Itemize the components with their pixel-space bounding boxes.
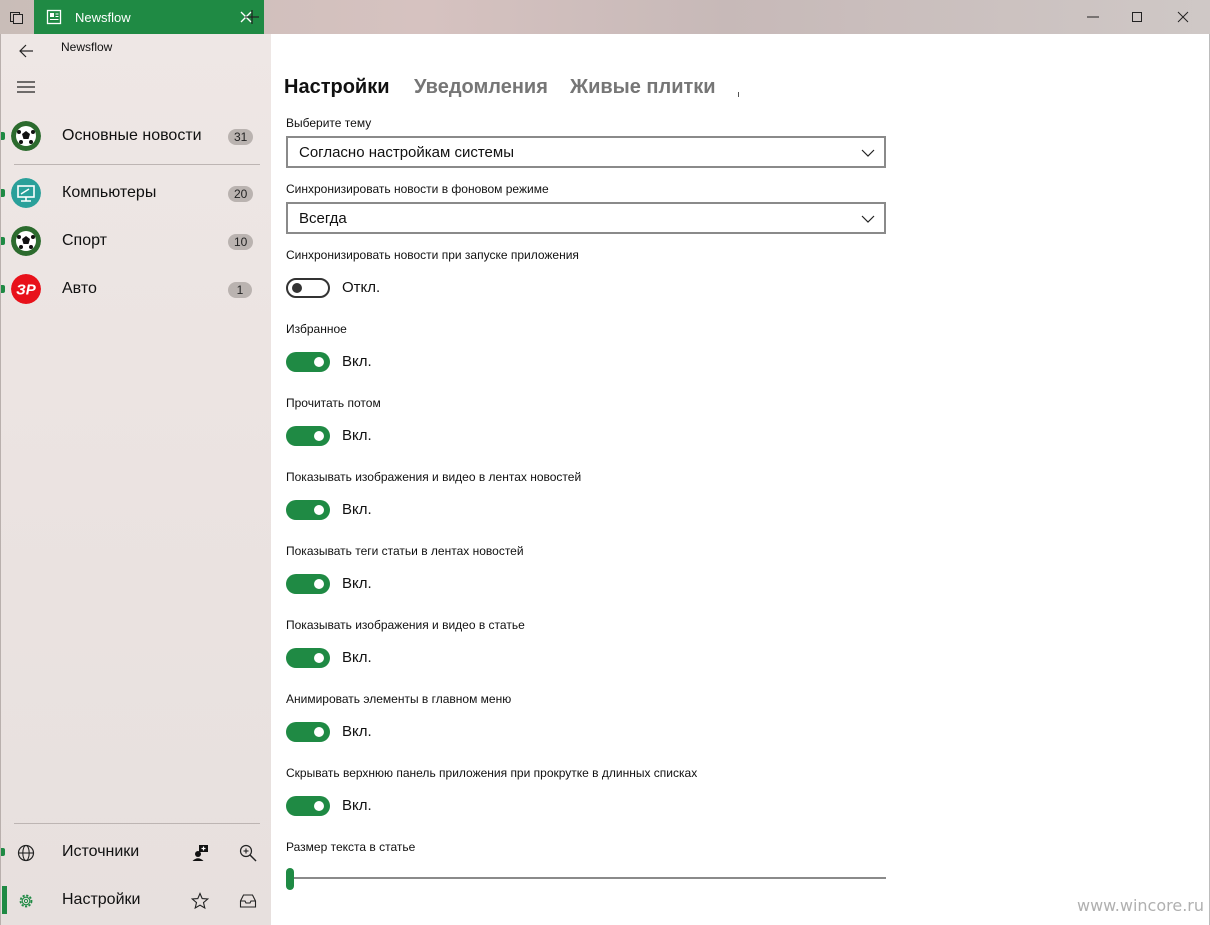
nav-label: Настройки (62, 891, 141, 908)
read-later-toggle[interactable] (286, 426, 330, 446)
back-arrow-icon[interactable] (11, 38, 41, 64)
divider (14, 164, 260, 165)
toggle-knob (314, 579, 324, 589)
unread-count-badge: 1 (228, 282, 252, 298)
watermark: www.wincore.ru (1077, 896, 1205, 915)
hide-app-bar-toggle[interactable] (286, 796, 330, 816)
minimize-icon[interactable] (1070, 0, 1116, 34)
feed-marker (1, 189, 5, 197)
sync-on-launch-toggle[interactable] (286, 278, 330, 298)
toggle-state: Вкл. (342, 575, 372, 592)
gear-icon (15, 890, 37, 912)
toggle-knob (314, 357, 324, 367)
divider (14, 823, 260, 824)
nav-label: Источники (62, 843, 140, 860)
bg-sync-dropdown-value: Всегда (299, 210, 347, 227)
chevron-down-icon (861, 215, 875, 223)
zoom-in-icon[interactable] (237, 842, 259, 864)
toggle-label: Синхронизировать новости при запуске при… (286, 248, 579, 262)
animate-menu-toggle[interactable] (286, 722, 330, 742)
globe-icon (15, 842, 37, 864)
toggle-label: Скрывать верхнюю панель приложения при п… (286, 766, 698, 780)
feed-label: Спорт (62, 232, 107, 249)
close-window-icon[interactable] (1160, 0, 1206, 34)
task-view-icon[interactable] (0, 0, 34, 34)
tab-live-tiles[interactable]: Живые плитки (570, 76, 716, 99)
toggle-label: Показывать изображения и видео в лентах … (286, 470, 582, 484)
feed-item-auto[interactable]: ЗР Авто 1 (1, 269, 272, 309)
star-icon[interactable] (189, 890, 211, 912)
nav-item-settings[interactable]: Настройки (1, 880, 272, 920)
feed-media-toggle[interactable] (286, 500, 330, 520)
nav-item-sources[interactable]: Источники (1, 832, 272, 872)
tab-settings[interactable]: Настройки (284, 76, 390, 99)
toggle-label: Показывать изображения и видео в статье (286, 618, 525, 632)
unread-count-badge: 31 (228, 129, 254, 145)
toggle-knob (314, 653, 324, 663)
zr-logo-text: ЗР (16, 282, 37, 299)
tab-title: Newsflow (75, 9, 131, 25)
feed-marker (1, 237, 5, 245)
toggle-state: Вкл. (342, 353, 372, 370)
add-person-icon[interactable] (189, 842, 211, 864)
sidebar: Newsflow Основные новости 31 Компьютеры … (0, 34, 271, 925)
theme-dropdown[interactable]: Согласно настройкам системы (286, 136, 886, 168)
selected-indicator (2, 886, 7, 914)
favorites-toggle[interactable] (286, 352, 330, 372)
unread-count-badge: 20 (228, 186, 254, 202)
bg-sync-dropdown[interactable]: Всегда (286, 202, 886, 234)
feed-item-computers[interactable]: Компьютеры 20 (1, 173, 272, 213)
bg-sync-label: Синхронизировать новости в фоновом режим… (286, 182, 549, 196)
toggle-state: Вкл. (342, 723, 372, 740)
toggle-label: Анимировать элементы в главном меню (286, 692, 512, 706)
text-size-slider-track[interactable] (286, 877, 886, 879)
tab-notifications[interactable]: Уведомления (414, 76, 548, 99)
soccer-ball-icon (11, 121, 41, 151)
maximize-icon[interactable] (1114, 0, 1160, 34)
toggle-knob (314, 727, 324, 737)
feed-tags-toggle[interactable] (286, 574, 330, 594)
title-bar: Newsflow (0, 0, 1210, 34)
toggle-knob (292, 283, 302, 293)
new-tab-icon[interactable] (238, 0, 266, 34)
toggle-state: Вкл. (342, 649, 372, 666)
theme-label: Выберите тему (286, 116, 372, 130)
toggle-knob (314, 505, 324, 515)
inbox-icon[interactable] (237, 890, 259, 912)
newsflow-app-icon (46, 9, 62, 25)
nav-marker (1, 848, 5, 856)
computer-monitor-icon (11, 178, 41, 208)
app-tab[interactable]: Newsflow (34, 0, 264, 34)
toggle-label: Показывать теги статьи в лентах новостей (286, 544, 524, 558)
unread-count-badge: 10 (228, 234, 254, 250)
text-size-label: Размер текста в статье (286, 840, 416, 854)
toggle-state: Вкл. (342, 501, 372, 518)
feed-label: Основные новости (62, 127, 202, 144)
toggle-knob (314, 801, 324, 811)
feed-marker (1, 132, 5, 140)
feed-item-sport[interactable]: Спорт 10 (1, 221, 272, 261)
soccer-ball-icon (11, 226, 41, 256)
zr-logo-icon: ЗР (11, 274, 41, 304)
text-size-slider-thumb[interactable] (286, 868, 294, 890)
toggle-label: Прочитать потом (286, 396, 381, 410)
app-name: Newsflow (61, 40, 113, 54)
toggle-label: Избранное (286, 322, 347, 336)
feed-item-main-news[interactable]: Основные новости 31 (1, 116, 272, 156)
hamburger-menu-icon[interactable] (9, 72, 43, 102)
pivot-overflow-mark (738, 92, 739, 97)
chevron-down-icon (861, 149, 875, 157)
feed-label: Компьютеры (62, 184, 157, 201)
feed-label: Авто (62, 280, 97, 297)
toggle-knob (314, 431, 324, 441)
feed-marker (1, 285, 5, 293)
toggle-state: Вкл. (342, 797, 372, 814)
toggle-state: Откл. (342, 279, 381, 296)
theme-dropdown-value: Согласно настройкам системы (299, 144, 514, 161)
settings-page: Настройки Уведомления Живые плитки Выбер… (271, 34, 1210, 925)
article-media-toggle[interactable] (286, 648, 330, 668)
toggle-state: Вкл. (342, 427, 372, 444)
